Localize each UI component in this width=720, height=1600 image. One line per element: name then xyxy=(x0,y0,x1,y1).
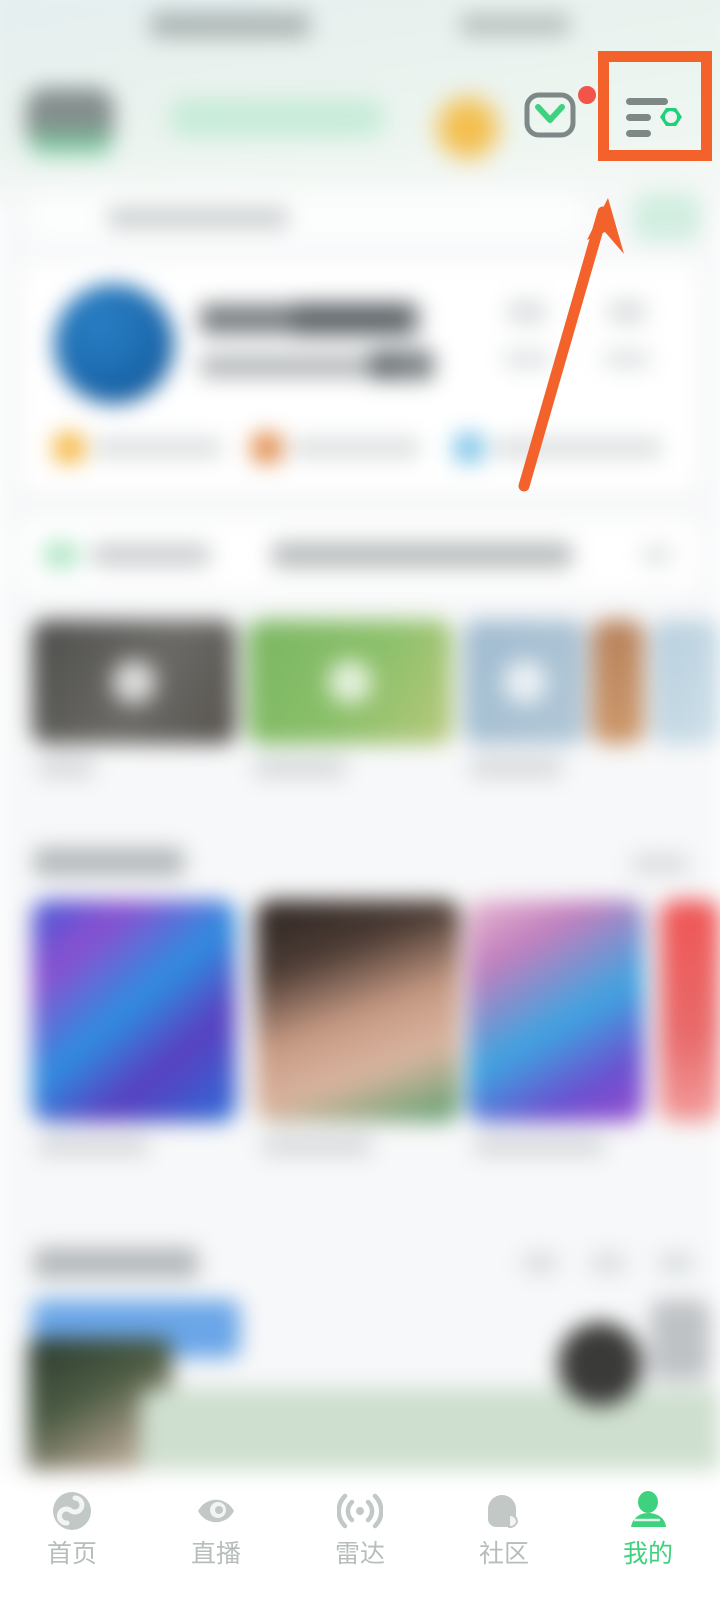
tab-home[interactable]: 首页 xyxy=(0,1488,144,1567)
profile-icon xyxy=(625,1488,671,1534)
tab-live-label: 直播 xyxy=(190,1540,241,1568)
tab-community[interactable]: 社区 xyxy=(432,1488,576,1567)
tab-bar[interactable]: 首页 直播 雷达 社区 我的 xyxy=(0,1470,720,1600)
tab-radar[interactable]: 雷达 xyxy=(288,1488,432,1567)
tab-radar-label: 雷达 xyxy=(334,1540,385,1568)
tab-home-label: 首页 xyxy=(46,1540,97,1568)
radar-icon xyxy=(337,1488,383,1534)
tab-profile[interactable]: 我的 xyxy=(576,1488,720,1567)
envelope-icon[interactable] xyxy=(524,92,576,138)
annotation-highlight-box xyxy=(598,51,712,161)
unread-badge-dot xyxy=(578,86,596,104)
home-icon xyxy=(49,1488,95,1534)
community-icon xyxy=(481,1488,527,1534)
phone-screen: 首页 直播 雷达 社区 我的 xyxy=(0,0,720,1600)
live-eye-icon xyxy=(193,1488,239,1534)
sharp-overlay xyxy=(0,0,720,1600)
tab-profile-label: 我的 xyxy=(622,1540,673,1568)
annotation-arrow xyxy=(518,198,624,492)
tab-live[interactable]: 直播 xyxy=(144,1488,288,1567)
tab-community-label: 社区 xyxy=(478,1540,529,1568)
